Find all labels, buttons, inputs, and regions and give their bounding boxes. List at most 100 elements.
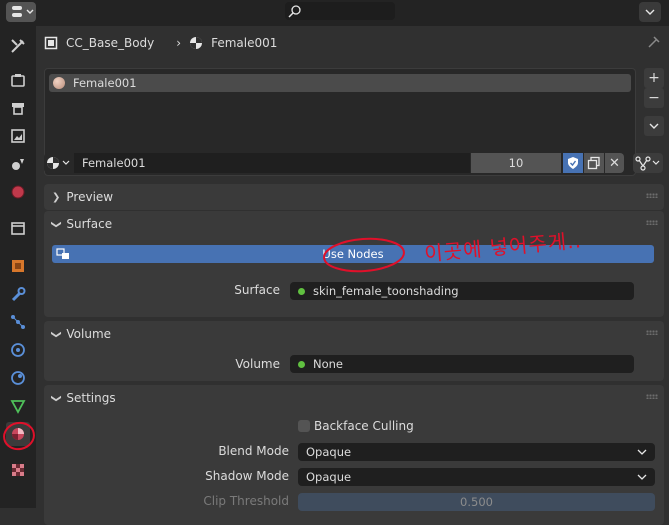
options-dropdown-button[interactable]: [639, 2, 661, 22]
tab-particles[interactable]: [6, 310, 30, 334]
material-sphere-icon: [190, 37, 203, 49]
scene-icon: [12, 159, 24, 170]
chevron-right-icon: ❯: [52, 191, 61, 203]
drag-handle[interactable]: [646, 193, 658, 198]
camera-back-icon: [11, 74, 25, 87]
surface-panel: ❯ Surface Use Nodes 이곳에 넣어주게.. Surface s…: [44, 211, 664, 317]
tab-scene[interactable]: [6, 152, 30, 176]
volume-title: Volume: [66, 327, 112, 341]
volume-label: Volume: [235, 357, 280, 371]
breadcrumb: CC_Base_Body › Female001: [44, 34, 277, 52]
surface-title: Surface: [66, 217, 113, 231]
printer-icon: [12, 103, 24, 115]
add-slot-button[interactable]: +: [644, 68, 664, 88]
tab-texture[interactable]: [6, 458, 30, 482]
volume-panel: ❯ Volume Volume None: [44, 321, 664, 381]
duplicate-icon: [587, 156, 600, 170]
header-bar: [0, 0, 669, 26]
remove-slot-button[interactable]: −: [644, 88, 664, 108]
clip-threshold-slider[interactable]: 0.500: [298, 493, 655, 511]
volume-header[interactable]: ❯ Volume: [44, 321, 664, 347]
blend-mode-select[interactable]: Opaque: [298, 443, 655, 461]
chevron-down-icon: [637, 449, 647, 455]
tab-world[interactable]: [6, 180, 30, 204]
plus-icon: +: [648, 70, 660, 86]
drag-handle[interactable]: [646, 394, 658, 399]
physics-orbit-icon: [11, 343, 25, 357]
shadow-mode-label: Shadow Mode: [205, 469, 289, 483]
list-item[interactable]: Female001: [49, 74, 631, 92]
users-count[interactable]: 10: [471, 153, 561, 173]
editor-type-button[interactable]: [6, 2, 36, 22]
breadcrumb-material[interactable]: Female001: [211, 36, 277, 50]
settings-panel: ❯ Settings Backface Culling Blend Mode O…: [44, 385, 664, 525]
pin-button[interactable]: [647, 35, 661, 52]
chevron-down-icon: [649, 123, 659, 129]
wrench-screwdriver-icon: [11, 39, 25, 53]
breadcrumb-object[interactable]: CC_Base_Body: [66, 36, 154, 50]
material-browse-button[interactable]: [44, 153, 74, 173]
particles-icon: [11, 315, 25, 329]
tab-constraints[interactable]: [6, 366, 30, 390]
breadcrumb-separator-icon: ›: [176, 36, 182, 50]
minus-icon: −: [648, 90, 660, 106]
properties-tabs: [0, 26, 36, 508]
backface-culling-checkbox[interactable]: [298, 420, 310, 432]
surface-shader-field[interactable]: skin_female_toonshading: [290, 282, 634, 300]
tab-object[interactable]: [6, 254, 30, 278]
constraint-icon: [11, 371, 25, 385]
wrench-icon: [11, 287, 26, 302]
node-editor-icon: [56, 248, 69, 259]
drag-handle[interactable]: [646, 220, 658, 225]
chevron-down-icon: ❯: [50, 329, 62, 339]
properties-panel: CC_Base_Body › Female001 Female001 ▶ + −…: [36, 26, 669, 525]
material-name-field[interactable]: Female001: [74, 153, 470, 173]
node-tree-icon: [635, 156, 660, 171]
socket-dot-icon: [298, 360, 305, 368]
shadow-mode-select[interactable]: Opaque: [298, 468, 655, 486]
tab-modifiers[interactable]: [6, 282, 30, 306]
unlink-material-button[interactable]: ✕: [605, 153, 624, 173]
world-icon: [11, 185, 25, 199]
checker-icon: [12, 464, 24, 476]
search-field[interactable]: [285, 2, 395, 20]
slot-specials-button[interactable]: [644, 116, 664, 136]
preview-panel[interactable]: ❯ Preview: [44, 184, 664, 210]
chevron-down-icon: ❯: [50, 219, 62, 229]
tab-tool[interactable]: [6, 34, 30, 58]
clip-threshold-label: Clip Threshold: [203, 494, 289, 508]
socket-dot-icon: [298, 287, 305, 295]
object-square-icon: [44, 36, 58, 50]
tab-collection[interactable]: [6, 216, 30, 240]
backface-culling-label: Backface Culling: [314, 419, 414, 433]
surface-label: Surface: [234, 283, 280, 297]
chevron-down-icon: [637, 474, 647, 480]
material-sphere-icon: [53, 77, 65, 89]
preview-header[interactable]: ❯ Preview: [44, 184, 664, 210]
settings-title: Settings: [66, 391, 116, 405]
collection-box-icon: [11, 222, 25, 235]
drag-handle[interactable]: [646, 330, 658, 335]
preview-title: Preview: [66, 190, 114, 204]
chevron-down-icon: [645, 9, 655, 15]
tab-view-layer[interactable]: [6, 124, 30, 148]
fake-user-button[interactable]: [563, 153, 583, 173]
object-square-icon: [12, 260, 24, 272]
node-link-button[interactable]: [633, 153, 663, 173]
tab-data[interactable]: [6, 394, 30, 418]
duplicate-material-button[interactable]: [584, 153, 604, 173]
tab-output[interactable]: [6, 96, 30, 120]
settings-header[interactable]: ❯ Settings: [44, 385, 664, 411]
annotation-circle-use-nodes: [323, 237, 405, 273]
volume-shader-field[interactable]: None: [290, 355, 634, 373]
tab-physics[interactable]: [6, 338, 30, 362]
triangle-mesh-icon: [10, 400, 26, 414]
slot-label: Female001: [73, 76, 137, 90]
blend-mode-label: Blend Mode: [218, 444, 289, 458]
tab-render[interactable]: [6, 68, 30, 92]
image-icon: [11, 129, 25, 143]
pin-icon: [648, 36, 660, 48]
chevron-down-icon: ❯: [50, 393, 62, 403]
shield-check-icon: [568, 157, 578, 169]
search-icon: [288, 5, 301, 18]
